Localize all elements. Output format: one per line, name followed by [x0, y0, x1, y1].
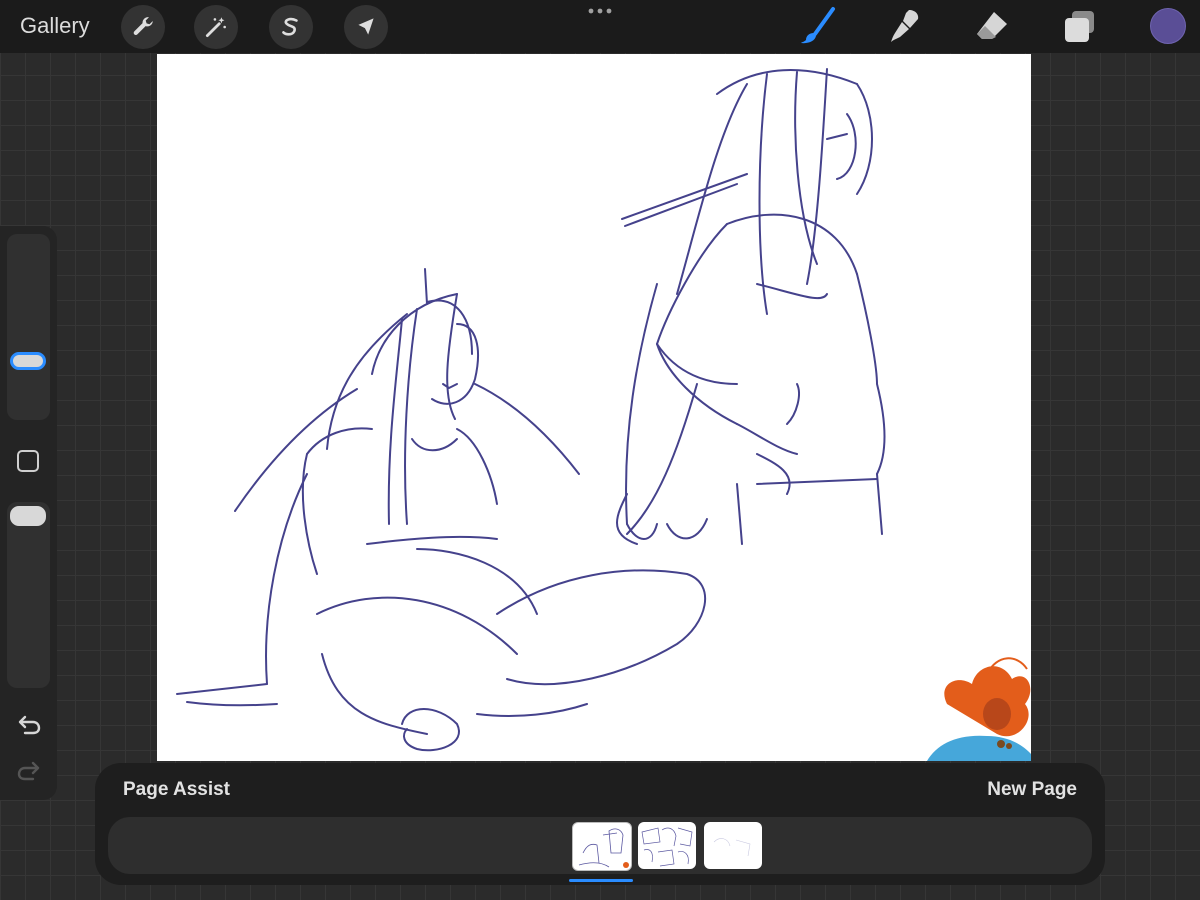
page-assist-panel: Page Assist New Page	[95, 763, 1105, 885]
redo-icon[interactable]	[16, 760, 42, 782]
page-thumbnail-1[interactable]	[572, 822, 632, 871]
smudge-icon	[891, 10, 919, 42]
modify-button[interactable]	[17, 450, 39, 472]
undo-icon[interactable]	[16, 714, 42, 736]
magic-wand-icon	[205, 17, 226, 38]
page-thumbnail-sketch	[578, 828, 629, 868]
page-thumbnail-2[interactable]	[638, 822, 696, 869]
brush-size-slider[interactable]	[7, 234, 50, 420]
smudge-tool-button[interactable]	[885, 6, 925, 46]
brush-icon	[801, 7, 835, 44]
transform-button[interactable]	[344, 5, 388, 49]
actions-button[interactable]	[121, 5, 165, 49]
brush-size-knob[interactable]	[10, 352, 46, 370]
layers-button[interactable]	[1060, 6, 1100, 46]
opacity-slider[interactable]	[7, 502, 50, 688]
selection-button[interactable]	[269, 5, 313, 49]
eraser-icon	[977, 12, 1007, 39]
brush-tool-button[interactable]	[798, 6, 838, 46]
opacity-knob[interactable]	[10, 506, 46, 526]
selected-page-indicator	[569, 879, 633, 882]
drawing-canvas[interactable]	[157, 54, 1031, 761]
sketch-artwork	[176, 68, 1031, 761]
gallery-button[interactable]: Gallery	[20, 13, 90, 39]
color-picker-button[interactable]	[1150, 8, 1186, 44]
page-thumbnail-sketch	[713, 838, 751, 857]
page-thumbnail-sketch	[641, 827, 693, 867]
layers-icon	[1065, 11, 1094, 42]
eraser-tool-button[interactable]	[972, 6, 1012, 46]
corner-character-doodle	[927, 657, 1031, 761]
wrench-icon	[133, 17, 153, 36]
left-sidebar	[0, 226, 57, 800]
selection-icon	[282, 17, 298, 36]
top-toolbar: Gallery	[0, 0, 1200, 53]
page-assist-title: Page Assist	[123, 779, 231, 800]
page-thumbnail-3[interactable]	[704, 822, 762, 869]
page-thumbnail-strip	[108, 817, 1092, 874]
adjustments-button[interactable]	[194, 5, 238, 49]
transform-arrow-icon	[358, 18, 374, 35]
new-page-button[interactable]: New Page	[987, 779, 1077, 801]
more-options-icon[interactable]	[588, 8, 612, 14]
